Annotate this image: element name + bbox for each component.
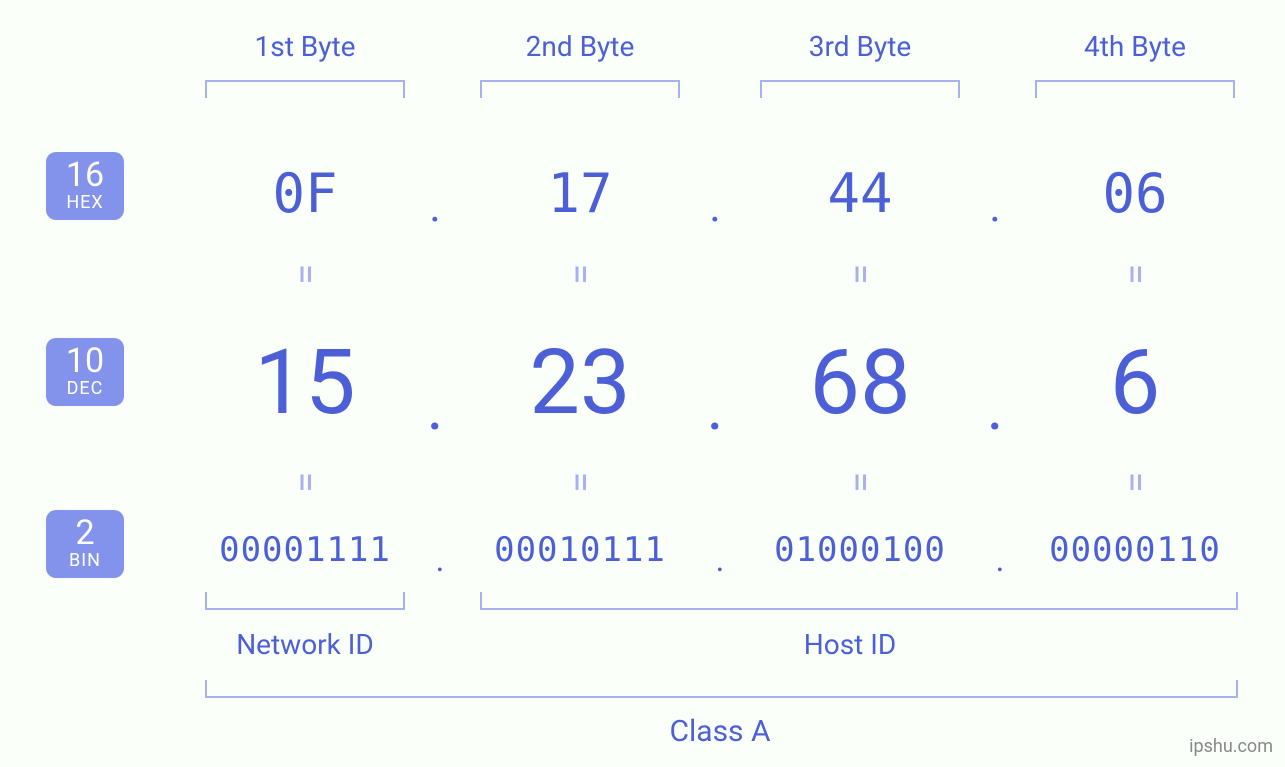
hex-dot-2: . [695, 180, 735, 232]
bin-dot-1: . [420, 540, 460, 580]
host-id-label: Host ID [770, 628, 930, 661]
equals-hex-dec-3: = [838, 244, 882, 304]
dec-byte-4: 6 [1025, 330, 1245, 435]
base-hex-label: HEX [46, 194, 124, 212]
equals-dec-bin-4: = [1113, 452, 1157, 512]
base-dec-num: 10 [46, 344, 124, 378]
hex-byte-3: 44 [750, 162, 970, 225]
watermark: ipshu.com [1189, 736, 1273, 757]
network-id-label: Network ID [225, 628, 385, 661]
bin-dot-3: . [980, 540, 1020, 580]
equals-dec-bin-1: = [283, 452, 327, 512]
dec-dot-2: . [695, 370, 735, 445]
hex-byte-1: 0F [195, 162, 415, 225]
dec-byte-1: 15 [195, 330, 415, 435]
byte-3-label: 3rd Byte [760, 30, 960, 63]
bin-byte-2: 00010111 [450, 530, 710, 570]
base-dec-badge: 10 DEC [46, 338, 124, 406]
bin-byte-3: 01000100 [730, 530, 990, 570]
byte-4-label: 4th Byte [1035, 30, 1235, 63]
byte-2-label: 2nd Byte [480, 30, 680, 63]
equals-hex-dec-4: = [1113, 244, 1157, 304]
base-dec-label: DEC [46, 380, 124, 398]
bin-byte-4: 00000110 [1005, 530, 1265, 570]
bin-byte-1: 00001111 [175, 530, 435, 570]
base-bin-badge: 2 BIN [46, 510, 124, 578]
hex-dot-3: . [975, 180, 1015, 232]
bracket-byte-3 [760, 80, 960, 98]
base-hex-badge: 16 HEX [46, 152, 124, 220]
hex-byte-4: 06 [1025, 162, 1245, 225]
hex-dot-1: . [415, 180, 455, 232]
bracket-host-id [480, 592, 1238, 610]
hex-byte-2: 17 [470, 162, 690, 225]
dec-dot-3: . [975, 370, 1015, 445]
base-bin-num: 2 [46, 516, 124, 550]
equals-dec-bin-3: = [838, 452, 882, 512]
bracket-byte-4 [1035, 80, 1235, 98]
bracket-byte-2 [480, 80, 680, 98]
dec-byte-2: 23 [470, 330, 690, 435]
equals-hex-dec-1: = [283, 244, 327, 304]
base-hex-num: 16 [46, 158, 124, 192]
base-bin-label: BIN [46, 552, 124, 570]
equals-hex-dec-2: = [558, 244, 602, 304]
class-label: Class A [620, 714, 820, 749]
dec-byte-3: 68 [750, 330, 970, 435]
bracket-class [205, 680, 1238, 698]
byte-1-label: 1st Byte [205, 30, 405, 63]
ip-address-diagram: 1st Byte 2nd Byte 3rd Byte 4th Byte 16 H… [0, 0, 1285, 767]
bin-dot-2: . [700, 540, 740, 580]
dec-dot-1: . [415, 370, 455, 445]
bracket-byte-1 [205, 80, 405, 98]
bracket-network-id [205, 592, 405, 610]
equals-dec-bin-2: = [558, 452, 602, 512]
